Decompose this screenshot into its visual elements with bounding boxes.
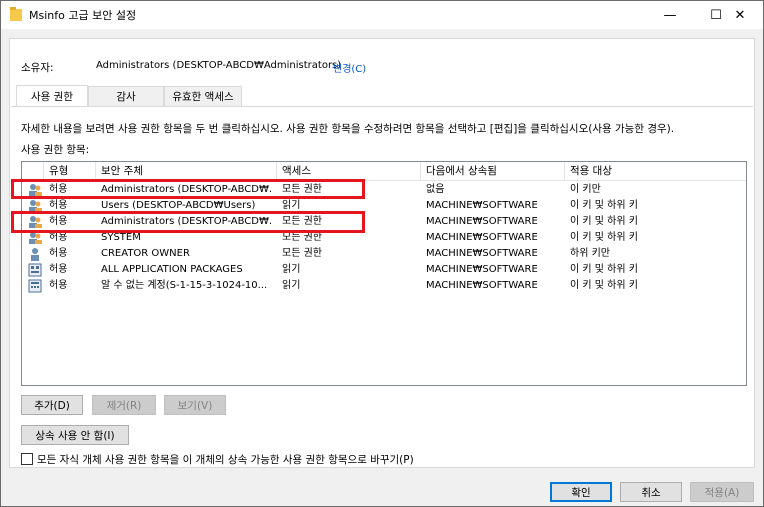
user-group-icon xyxy=(29,184,42,196)
ok-button[interactable]: 확인 xyxy=(550,482,612,502)
column-header-inherited-from[interactable]: 다음에서 상속됨 xyxy=(421,162,565,181)
tab-auditing[interactable]: 감사 xyxy=(88,86,164,106)
cancel-button[interactable]: 취소 xyxy=(620,482,682,502)
row-type: 허용 xyxy=(49,216,68,227)
list-item[interactable]: 허용 CREATOR OWNER 모든 권한 MACHINE₩SOFTWARE … xyxy=(22,246,746,262)
user-group-icon xyxy=(29,200,42,212)
tab-effective-access[interactable]: 유효한 액세스 xyxy=(164,86,242,106)
row-inherited-from: MACHINE₩SOFTWARE xyxy=(426,280,538,291)
row-type: 허용 xyxy=(49,200,68,211)
advanced-security-settings-window: Msinfo 고급 보안 설정 — ☐ ✕ 소유자: Administrator… xyxy=(0,0,764,507)
minimize-button[interactable]: — xyxy=(647,1,693,29)
folder-icon xyxy=(10,7,22,21)
row-applies-to: 이 키 및 하위 키 xyxy=(570,264,638,275)
row-access: 모든 권한 xyxy=(282,232,322,243)
row-type: 허용 xyxy=(49,280,68,291)
row-inherited-from: 없음 xyxy=(426,184,445,195)
window-title: Msinfo 고급 보안 설정 xyxy=(29,9,137,22)
row-applies-to: 이 키만 xyxy=(570,184,601,195)
row-applies-to: 이 키 및 하위 키 xyxy=(570,280,638,291)
row-principal: ALL APPLICATION PACKAGES xyxy=(101,264,243,275)
remove-button[interactable]: 제거(R) xyxy=(92,395,156,415)
unknown-account-icon xyxy=(28,279,42,293)
change-owner-link[interactable]: 변경(C) xyxy=(333,60,366,75)
permission-entries-list[interactable]: 유형 보안 주체 액세스 다음에서 상속됨 적용 대상 허용 Administr… xyxy=(21,161,747,386)
view-button[interactable]: 보기(V) xyxy=(164,395,226,415)
list-item[interactable]: 허용 Users (DESKTOP-ABCD₩Users) 읽기 MACHINE… xyxy=(22,198,746,214)
row-inherited-from: MACHINE₩SOFTWARE xyxy=(426,216,538,227)
add-button[interactable]: 추가(D) xyxy=(21,395,83,415)
permission-entries-label: 사용 권한 항목: xyxy=(21,144,90,156)
apply-button[interactable]: 적용(A) xyxy=(690,482,754,502)
owner-value: Administrators (DESKTOP-ABCD₩Administrat… xyxy=(96,60,342,71)
row-inherited-from: MACHINE₩SOFTWARE xyxy=(426,248,538,259)
app-packages-icon xyxy=(28,263,42,277)
row-applies-to: 이 키 및 하위 키 xyxy=(570,216,638,227)
user-icon xyxy=(31,248,39,261)
row-access: 모든 권한 xyxy=(282,216,322,227)
row-type: 허용 xyxy=(49,264,68,275)
column-header-type[interactable]: 유형 xyxy=(44,162,96,181)
row-access: 모든 권한 xyxy=(282,248,322,259)
list-item[interactable]: 허용 Administrators (DESKTOP-ABCD₩... 모든 권… xyxy=(22,182,746,198)
row-type: 허용 xyxy=(49,248,68,259)
row-inherited-from: MACHINE₩SOFTWARE xyxy=(426,264,538,275)
row-applies-to: 하위 키만 xyxy=(570,248,610,259)
column-header-access[interactable]: 액세스 xyxy=(277,162,421,181)
permissions-description: 자세한 내용을 보려면 사용 권한 항목을 두 번 클릭하십시오. 사용 권한 … xyxy=(21,123,675,135)
row-principal: CREATOR OWNER xyxy=(101,248,190,259)
owner-label: 소유자: xyxy=(21,62,54,74)
user-group-icon xyxy=(29,216,42,228)
row-principal: Administrators (DESKTOP-ABCD₩... xyxy=(101,216,271,227)
dialog-content: 소유자: Administrators (DESKTOP-ABCD₩Admini… xyxy=(9,38,755,468)
tab-permissions[interactable]: 사용 권한 xyxy=(16,85,88,106)
column-header-icon[interactable] xyxy=(22,162,44,181)
list-item[interactable]: 허용 Administrators (DESKTOP-ABCD₩... 모든 권… xyxy=(22,214,746,230)
disable-inheritance-button[interactable]: 상속 사용 안 함(I) xyxy=(21,425,129,445)
replace-child-permissions-option[interactable]: 모든 자식 개체 사용 권한 항목을 이 개체의 상속 가능한 사용 권한 항목… xyxy=(21,451,414,467)
row-applies-to: 이 키 및 하위 키 xyxy=(570,232,638,243)
close-button[interactable]: ✕ xyxy=(717,1,763,29)
row-applies-to: 이 키 및 하위 키 xyxy=(570,200,638,211)
row-access: 읽기 xyxy=(282,280,301,291)
user-group-icon xyxy=(29,232,42,244)
row-access: 읽기 xyxy=(282,200,301,211)
replace-child-permissions-checkbox[interactable] xyxy=(21,453,33,465)
row-principal: SYSTEM xyxy=(101,232,141,243)
row-access: 모든 권한 xyxy=(282,184,322,195)
list-item[interactable]: 허용 알 수 없는 계정(S-1-15-3-1024-10... 읽기 MACH… xyxy=(22,278,746,294)
row-principal: Users (DESKTOP-ABCD₩Users) xyxy=(101,200,256,211)
row-principal: Administrators (DESKTOP-ABCD₩... xyxy=(101,184,271,195)
column-header-principal[interactable]: 보안 주체 xyxy=(96,162,277,181)
row-type: 허용 xyxy=(49,184,68,195)
row-type: 허용 xyxy=(49,232,68,243)
replace-child-permissions-label: 모든 자식 개체 사용 권한 항목을 이 개체의 상속 가능한 사용 권한 항목… xyxy=(37,453,414,466)
row-inherited-from: MACHINE₩SOFTWARE xyxy=(426,232,538,243)
list-item[interactable]: 허용 SYSTEM 모든 권한 MACHINE₩SOFTWARE 이 키 및 하… xyxy=(22,230,746,246)
list-header: 유형 보안 주체 액세스 다음에서 상속됨 적용 대상 xyxy=(22,162,746,181)
permissions-panel: 자세한 내용을 보려면 사용 권한 항목을 두 번 클릭하십시오. 사용 권한 … xyxy=(11,106,753,467)
row-access: 읽기 xyxy=(282,264,301,275)
row-principal: 알 수 없는 계정(S-1-15-3-1024-10... xyxy=(101,280,268,291)
row-inherited-from: MACHINE₩SOFTWARE xyxy=(426,200,538,211)
title-bar: Msinfo 고급 보안 설정 — ☐ ✕ xyxy=(1,1,763,29)
list-item[interactable]: 허용 ALL APPLICATION PACKAGES 읽기 MACHINE₩S… xyxy=(22,262,746,278)
column-header-applies-to[interactable]: 적용 대상 xyxy=(565,162,746,181)
